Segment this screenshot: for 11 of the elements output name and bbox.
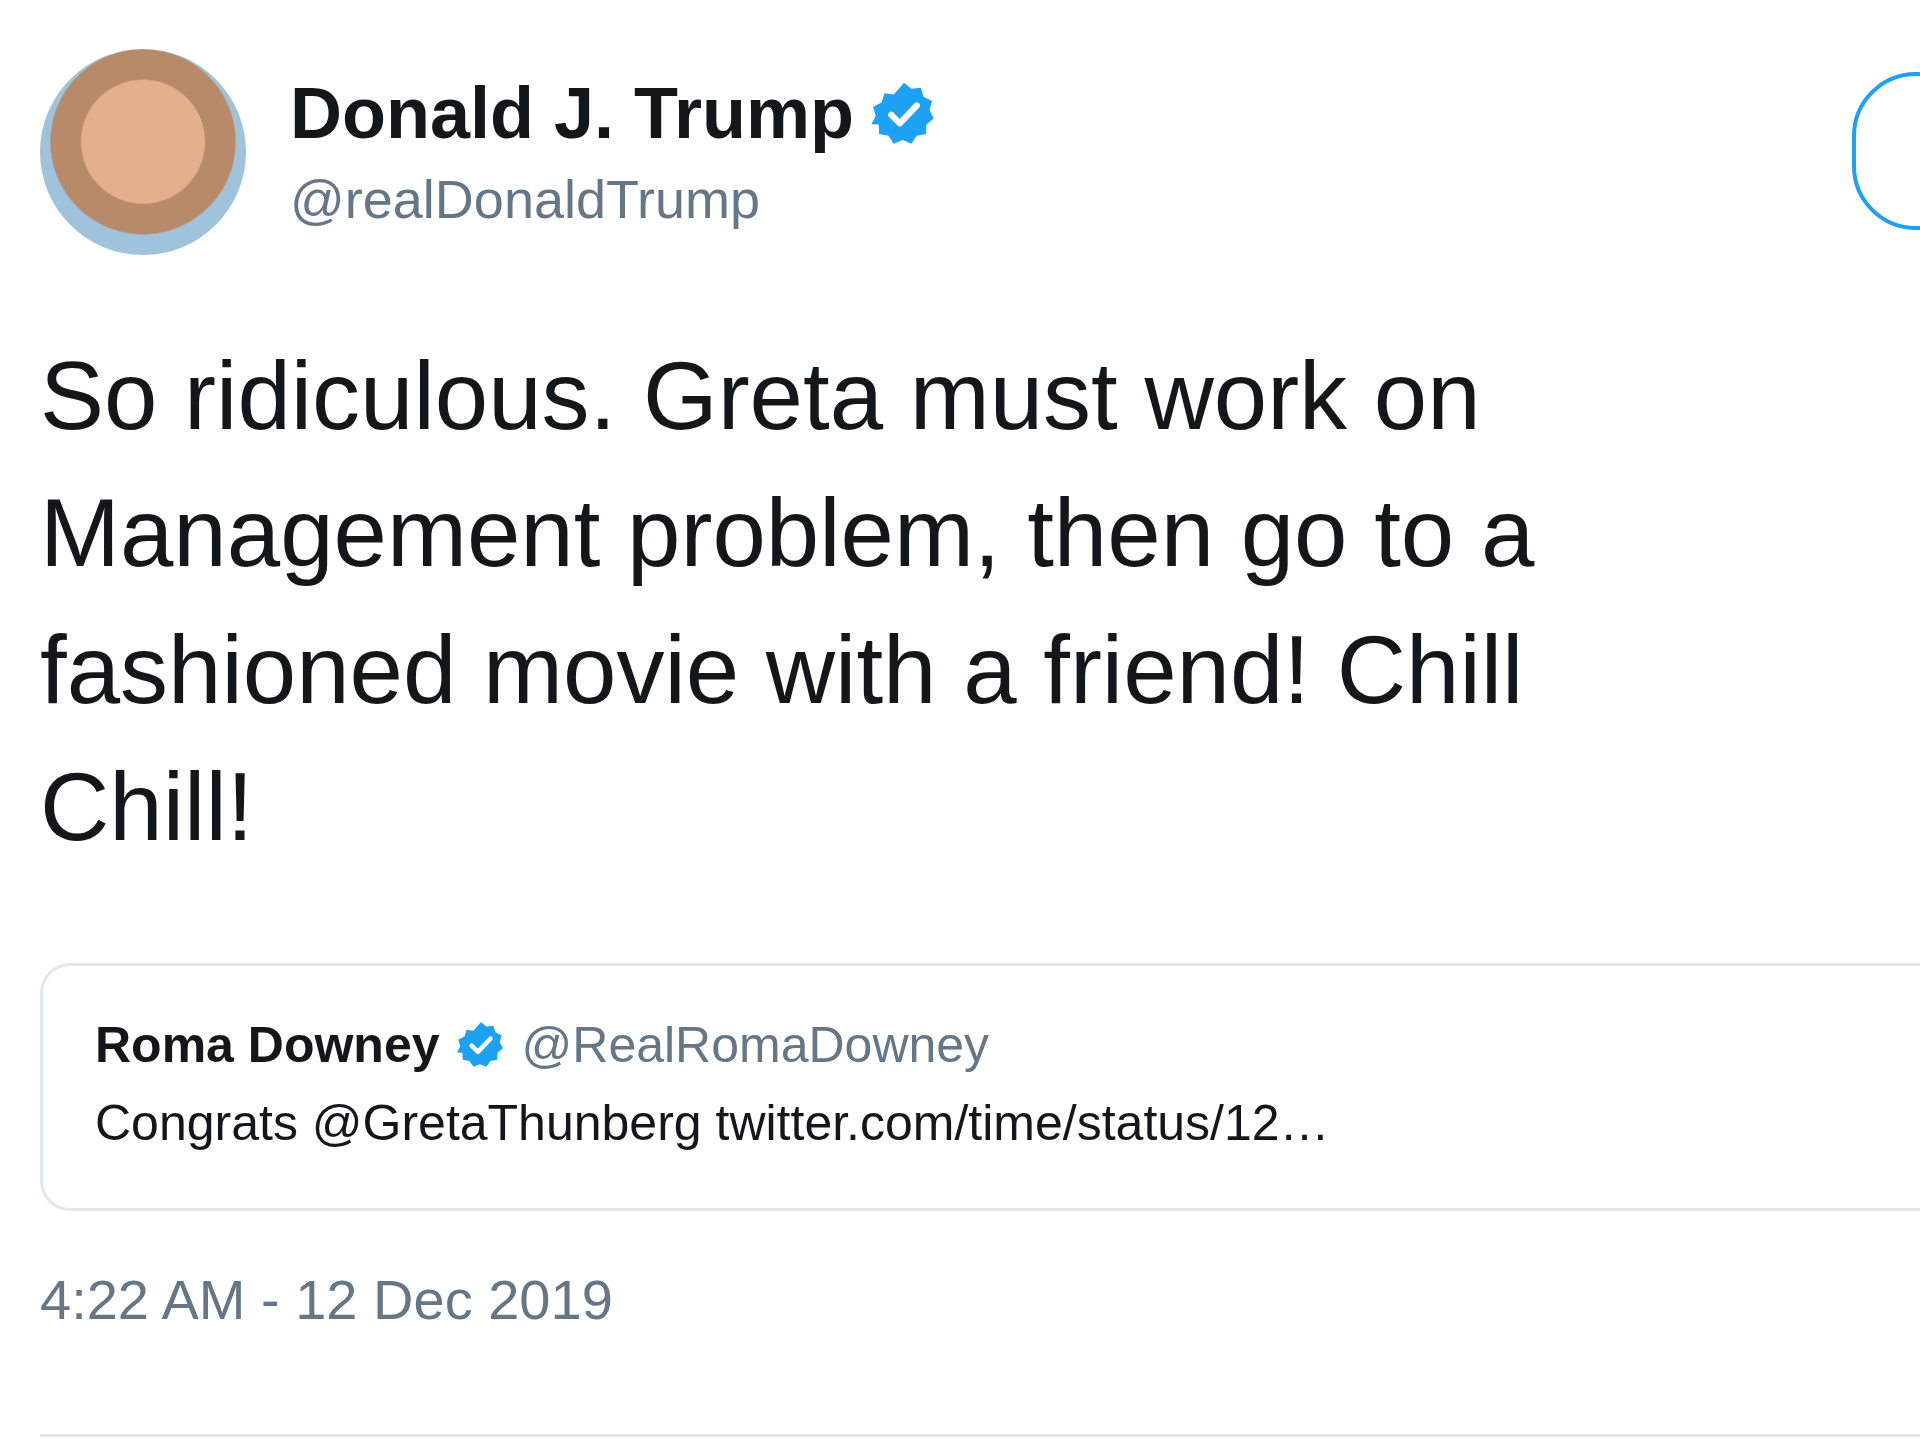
quoted-tweet-text: Congrats @GretaThunberg twitter.com/time/status/12… xyxy=(95,1094,1330,1152)
tweet-text: fashioned movie with a friend! Chill xyxy=(40,615,1524,725)
tweet-text: Management problem, then go to a xyxy=(40,478,1535,588)
tweet-text: So ridiculous. Greta must work on xyxy=(40,341,1481,451)
author-name[interactable]: Donald J. Trump xyxy=(290,74,855,154)
quoted-author-handle: @RealRomaDowney xyxy=(521,1016,990,1074)
quoted-tweet-card[interactable]: Roma Downey @RealRomaDowney Congrats @GretaThunberg twitter.com/time/status/12… xyxy=(40,963,1920,1211)
quoted-author-name: Roma Downey xyxy=(95,1016,440,1074)
timestamp[interactable]: 4:22 AM - 12 Dec 2019 xyxy=(40,1267,613,1332)
author-handle[interactable]: @realDonaldTrump xyxy=(290,167,939,230)
tweet-text: Chill! xyxy=(40,752,254,862)
